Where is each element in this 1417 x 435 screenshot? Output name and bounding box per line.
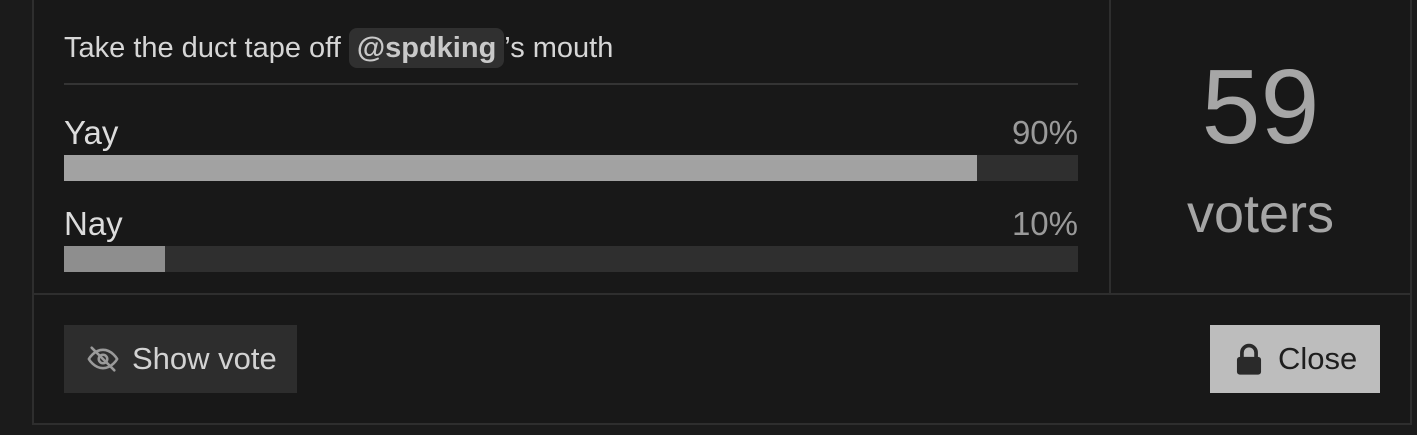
option-bar-fill xyxy=(64,246,166,272)
poll-title-suffix: ’s mouth xyxy=(504,32,614,64)
option-percent: 90% xyxy=(1011,114,1078,151)
option-label: Yay xyxy=(64,114,119,151)
user-mention[interactable]: @spdking xyxy=(348,28,505,68)
lock-icon xyxy=(1234,342,1264,376)
show-vote-label: Show vote xyxy=(132,341,277,376)
voters-count: 59 xyxy=(1201,48,1320,166)
poll-results: Take the duct tape off @spdking’s mouth … xyxy=(34,0,1111,293)
poll-title-prefix: Take the duct tape off xyxy=(64,32,349,64)
eye-slash-icon xyxy=(86,342,120,376)
title-divider xyxy=(64,83,1078,85)
close-label: Close xyxy=(1278,341,1358,376)
option-bar-track xyxy=(64,155,1078,181)
close-poll-button[interactable]: Close xyxy=(1210,325,1380,393)
voters-label: voters xyxy=(1186,184,1335,244)
poll-footer: Show vote Close xyxy=(34,293,1410,425)
show-vote-button[interactable]: Show vote xyxy=(64,325,297,393)
option-percent: 10% xyxy=(1011,205,1078,242)
poll-card: Take the duct tape off @spdking’s mouth … xyxy=(32,0,1412,425)
option-bar-fill xyxy=(64,155,977,181)
poll-title: Take the duct tape off @spdking’s mouth xyxy=(64,27,613,69)
option-label: Nay xyxy=(64,205,123,242)
option-bar-track xyxy=(64,246,1078,272)
voters-panel: 59 voters xyxy=(1111,0,1410,293)
